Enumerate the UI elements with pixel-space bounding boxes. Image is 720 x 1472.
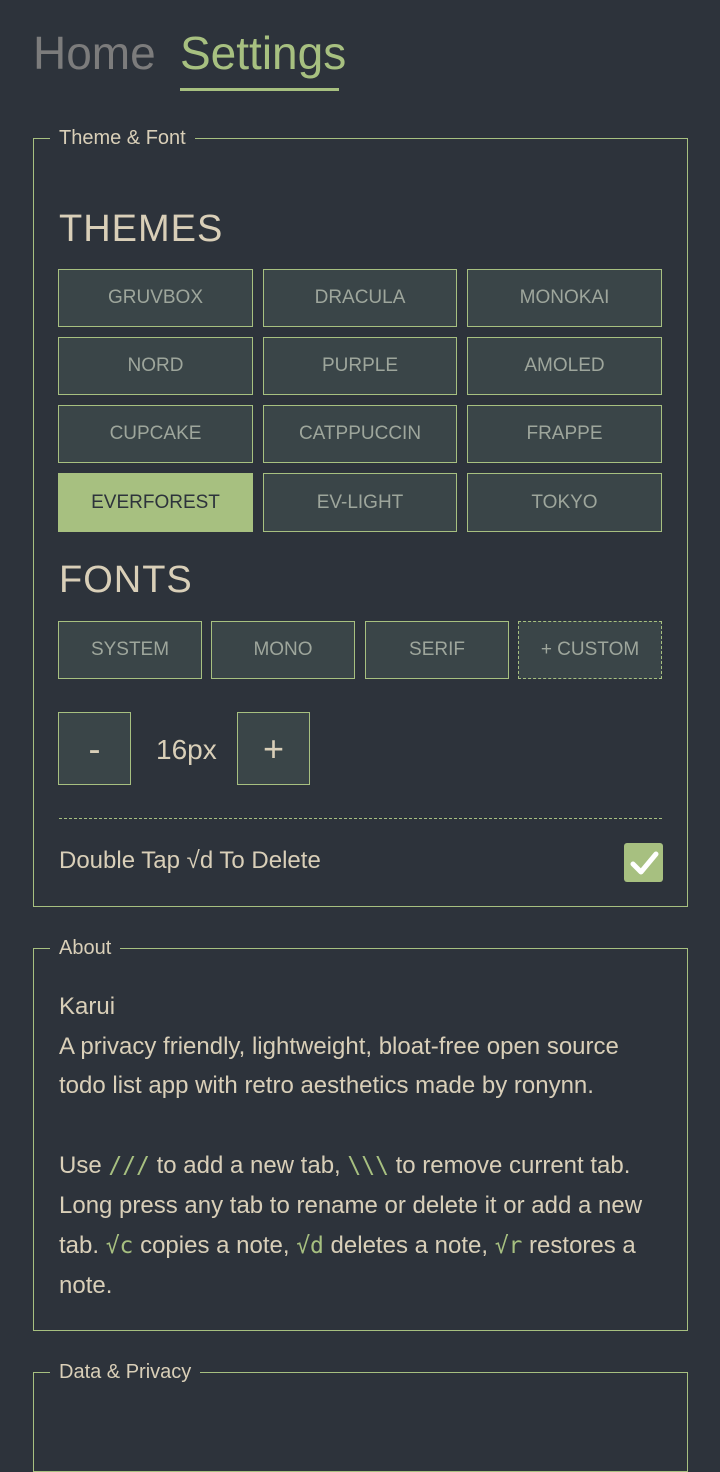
theme-amoled-button[interactable]: AMOLED: [467, 337, 662, 395]
font-system-button[interactable]: SYSTEM: [58, 621, 202, 679]
fonts-heading: FONTS: [59, 559, 193, 601]
usage-text-5: deletes a note,: [323, 1231, 495, 1259]
data-privacy-section: Data & Privacy: [33, 1359, 688, 1472]
tab-home[interactable]: Home: [33, 22, 156, 84]
add-tab-code: ///: [108, 1152, 150, 1179]
theme-monokai-button[interactable]: MONOKAI: [467, 269, 662, 327]
theme-gruvbox-button[interactable]: GRUVBOX: [58, 269, 253, 327]
font-size-value: 16px: [156, 734, 217, 765]
about-text: Karui A privacy friendly, lightweight, b…: [59, 987, 669, 1306]
font-custom-button[interactable]: + CUSTOM: [518, 621, 662, 679]
font-size-decrease-button[interactable]: -: [58, 712, 131, 785]
theme-nord-button[interactable]: NORD: [58, 337, 253, 395]
double-tap-delete-checkbox[interactable]: [624, 843, 663, 882]
usage-text-4: copies a note,: [133, 1231, 297, 1259]
delete-note-code: √d: [296, 1232, 324, 1259]
theme-frappe-button[interactable]: FRAPPE: [467, 405, 662, 463]
active-tab-underline: [180, 88, 339, 91]
usage-instructions: Use /// to add a new tab, \\\ to remove …: [59, 1146, 669, 1306]
usage-text-2: to add a new tab,: [149, 1151, 348, 1179]
theme-cupcake-button[interactable]: CUPCAKE: [58, 405, 253, 463]
font-mono-button[interactable]: MONO: [211, 621, 355, 679]
theme-tokyo-button[interactable]: TOKYO: [467, 473, 662, 532]
theme-everforest-button[interactable]: EVERFOREST: [58, 473, 253, 532]
checkmark-icon: [630, 851, 658, 874]
about-section: About Karui A privacy friendly, lightwei…: [33, 935, 688, 1331]
app-description: A privacy friendly, lightweight, bloat-f…: [59, 1032, 619, 1100]
theme-font-section: Theme & Font THEMES GRUVBOX DRACULA MONO…: [33, 125, 688, 907]
copy-note-code: √c: [105, 1232, 134, 1259]
double-tap-delete-label: Double Tap √d To Delete: [59, 847, 321, 874]
remove-tab-code: \\\: [347, 1152, 389, 1179]
font-size-increase-button[interactable]: +: [237, 712, 310, 785]
section-divider: [59, 818, 662, 819]
theme-dracula-button[interactable]: DRACULA: [263, 269, 457, 327]
about-legend: About: [50, 935, 121, 961]
restore-note-code: √r: [494, 1232, 523, 1259]
data-privacy-legend: Data & Privacy: [50, 1359, 201, 1385]
themes-heading: THEMES: [59, 208, 224, 250]
font-serif-button[interactable]: SERIF: [365, 621, 509, 679]
theme-catppuccin-button[interactable]: CATPPUCCIN: [263, 405, 457, 463]
theme-ev-light-button[interactable]: EV-LIGHT: [263, 473, 457, 532]
usage-text-1: Use: [59, 1151, 109, 1179]
tab-settings[interactable]: Settings: [180, 22, 346, 84]
theme-purple-button[interactable]: PURPLE: [263, 337, 457, 395]
app-name: Karui: [59, 993, 116, 1020]
theme-font-legend: Theme & Font: [50, 125, 195, 151]
